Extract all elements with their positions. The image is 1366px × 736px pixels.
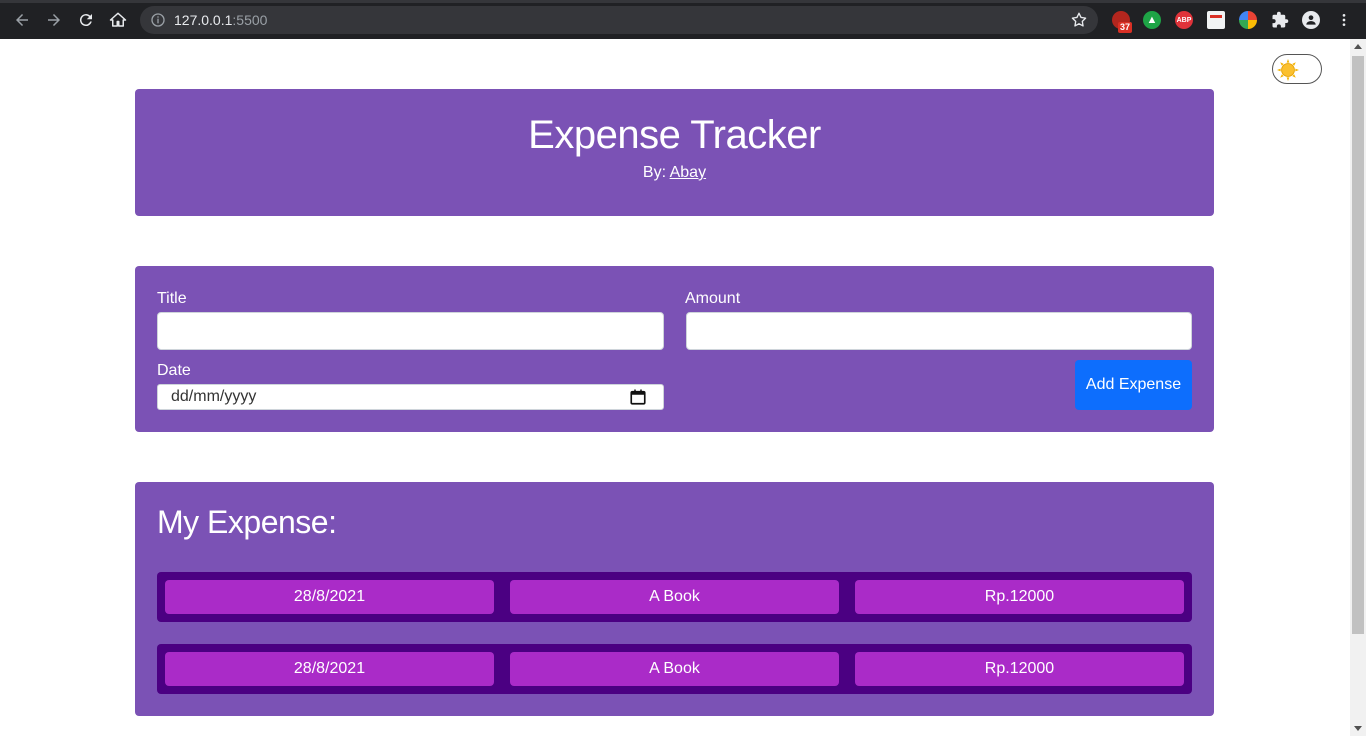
kebab-menu-icon[interactable]: [1335, 11, 1353, 29]
title-label: Title: [157, 290, 187, 307]
expense-row: 28/8/2021 A Book Rp.12000: [157, 644, 1192, 694]
calendar-icon[interactable]: [629, 388, 647, 406]
expense-date: 28/8/2021: [165, 580, 494, 614]
date-label: Date: [157, 362, 191, 379]
url-host: 127.0.0.1: [174, 12, 233, 28]
extension-note-icon[interactable]: [1207, 11, 1225, 29]
address-bar[interactable]: 127.0.0.1:5500: [140, 6, 1098, 34]
arrow-left-icon: [16, 14, 28, 26]
sun-icon: [1277, 59, 1299, 81]
by-label: By:: [642, 164, 667, 181]
title-input[interactable]: [157, 312, 664, 350]
extension-badge-count: 37: [1118, 22, 1133, 33]
expense-amount: Rp.12000: [855, 580, 1184, 614]
expense-amount: Rp.12000: [855, 652, 1184, 686]
extensions-puzzle-icon[interactable]: [1271, 11, 1289, 29]
extension-thumbsup-icon[interactable]: ▲: [1143, 11, 1161, 29]
reload-button[interactable]: [75, 9, 97, 31]
arrow-right-icon: [48, 14, 60, 26]
header-card: Expense Tracker By: Abay: [135, 89, 1214, 216]
adblock-plus-icon[interactable]: ABP: [1175, 11, 1193, 29]
dots-vertical-icon: [1342, 14, 1346, 26]
theme-toggle[interactable]: [1272, 54, 1322, 84]
expense-title: A Book: [510, 652, 839, 686]
amount-input[interactable]: [686, 312, 1192, 350]
reload-icon: [79, 14, 92, 27]
home-button[interactable]: [107, 9, 129, 31]
date-input[interactable]: dd/mm/yyyy: [157, 384, 664, 410]
page-viewport: Expense Tracker By: Abay Title Amount Da…: [0, 39, 1350, 736]
person-icon: [1306, 15, 1316, 25]
expense-row: 28/8/2021 A Book Rp.12000: [157, 572, 1192, 622]
date-placeholder: dd/mm/yyyy: [171, 388, 257, 405]
expense-list-card: My Expense: 28/8/2021 A Book Rp.12000 28…: [135, 482, 1214, 716]
page-title: Expense Tracker: [528, 113, 821, 157]
puzzle-icon: [1272, 11, 1289, 28]
adblock-label: ABP: [1176, 16, 1192, 24]
expense-list-heading: My Expense:: [157, 504, 337, 540]
url-text: 127.0.0.1:5500: [174, 12, 267, 28]
info-icon[interactable]: [150, 12, 166, 28]
back-button[interactable]: [11, 9, 33, 31]
scroll-up-icon[interactable]: [1354, 44, 1362, 49]
browser-toolbar: 127.0.0.1:5500 37 ▲ ABP: [0, 0, 1366, 39]
amount-label: Amount: [685, 290, 741, 307]
profile-avatar-icon[interactable]: [1302, 11, 1320, 29]
expense-form: Title Amount Date dd/mm/yyyy Add Expense: [135, 266, 1214, 432]
page-scrollbar[interactable]: [1350, 39, 1366, 736]
bookmark-star-icon[interactable]: [1070, 11, 1088, 29]
author-line: By: Abay: [135, 164, 1214, 182]
add-expense-button[interactable]: Add Expense: [1075, 360, 1192, 410]
forward-button[interactable]: [43, 9, 65, 31]
expense-date: 28/8/2021: [165, 652, 494, 686]
scroll-down-icon[interactable]: [1354, 726, 1362, 731]
scrollbar-thumb[interactable]: [1352, 56, 1364, 634]
home-icon: [109, 12, 127, 27]
author-link[interactable]: Abay: [670, 164, 706, 181]
tab-strip-edge: [0, 0, 1366, 3]
extension-color-icon[interactable]: [1239, 11, 1257, 29]
url-port: :5500: [232, 12, 268, 28]
expense-title: A Book: [510, 580, 839, 614]
